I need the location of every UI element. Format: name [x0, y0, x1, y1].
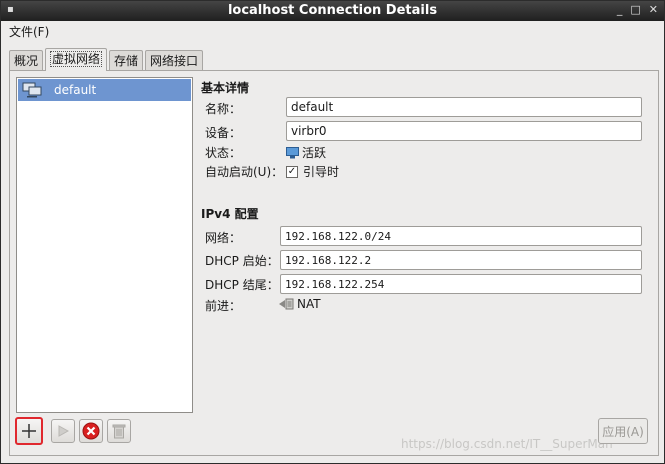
title-bar: ▪ localhost Connection Details _ □ ✕ — [1, 1, 664, 21]
tab-overview[interactable]: 概况 — [9, 50, 44, 71]
watermark-text: https://blog.csdn.net/IT__SuperMan — [401, 437, 613, 451]
start-icon — [58, 425, 69, 437]
dhcp-end-field[interactable]: 192.168.122.254 — [280, 274, 642, 294]
network-list[interactable]: default — [16, 77, 193, 413]
menu-bar: 文件(F) — [1, 21, 664, 41]
state-value: 活跃 — [286, 144, 326, 161]
forward-label: 前进： — [205, 299, 242, 313]
tab-storage-label: 存储 — [114, 54, 139, 68]
add-icon — [22, 424, 36, 438]
nat-icon — [279, 298, 294, 310]
forward-text: NAT — [297, 297, 321, 311]
window-title: localhost Connection Details — [227, 3, 438, 18]
device-field[interactable]: virbr0 — [286, 121, 642, 141]
device-label: 设备： — [205, 126, 242, 140]
network-name: default — [54, 83, 97, 97]
delete-icon — [112, 424, 126, 439]
tab-virtual-networks-label: 虚拟网络 — [50, 51, 103, 67]
name-field[interactable]: default — [286, 97, 642, 117]
tab-overview-label: 概况 — [14, 54, 39, 68]
stop-icon — [82, 422, 100, 440]
tab-network-interfaces-label: 网络接口 — [150, 54, 199, 68]
network-list-item[interactable]: default — [18, 79, 191, 101]
basic-details-title: 基本详情 — [201, 81, 250, 95]
tab-bar: 概况 虚拟网络 存储 网络接口 — [9, 48, 205, 71]
maximize-icon[interactable]: □ — [630, 3, 640, 16]
close-icon[interactable]: ✕ — [649, 3, 658, 16]
dhcp-start-label: DHCP 启始： — [205, 254, 279, 268]
tab-storage[interactable]: 存储 — [109, 50, 144, 71]
window-controls: _ □ ✕ — [617, 3, 658, 16]
tab-virtual-networks[interactable]: 虚拟网络 — [45, 48, 108, 71]
tab-network-interfaces[interactable]: 网络接口 — [145, 50, 204, 71]
menu-file[interactable]: 文件(F) — [9, 23, 49, 40]
forward-value: NAT — [278, 297, 321, 311]
virtual-networks-panel: default 基本详情 名称： default 设备： virbr0 状态： … — [9, 70, 659, 456]
autostart-control[interactable]: ✓ 引导时 — [286, 163, 339, 180]
dhcp-end-label: DHCP 结尾： — [205, 278, 279, 292]
active-state-icon — [286, 146, 299, 158]
stop-network-button[interactable] — [79, 419, 103, 443]
minimize-icon[interactable]: _ — [617, 3, 623, 16]
autostart-text: 引导时 — [303, 165, 340, 179]
autostart-checkbox[interactable]: ✓ — [286, 165, 298, 178]
start-network-button[interactable] — [51, 419, 75, 443]
name-label: 名称： — [205, 102, 242, 116]
state-label: 状态： — [205, 146, 242, 160]
state-text: 活跃 — [302, 146, 327, 160]
add-network-button[interactable] — [15, 417, 43, 445]
connection-details-window: ▪ localhost Connection Details _ □ ✕ 文件(… — [0, 0, 665, 464]
network-label: 网络： — [205, 231, 242, 245]
network-icon — [22, 82, 42, 98]
autostart-label: 自动启动(U)： — [205, 165, 284, 179]
ipv4-config-title: IPv4 配置 — [201, 207, 259, 221]
apply-button[interactable]: 应用(A) — [598, 418, 648, 444]
network-field[interactable]: 192.168.122.0/24 — [280, 226, 642, 246]
delete-network-button[interactable] — [107, 419, 131, 443]
dhcp-start-field[interactable]: 192.168.122.2 — [280, 250, 642, 270]
